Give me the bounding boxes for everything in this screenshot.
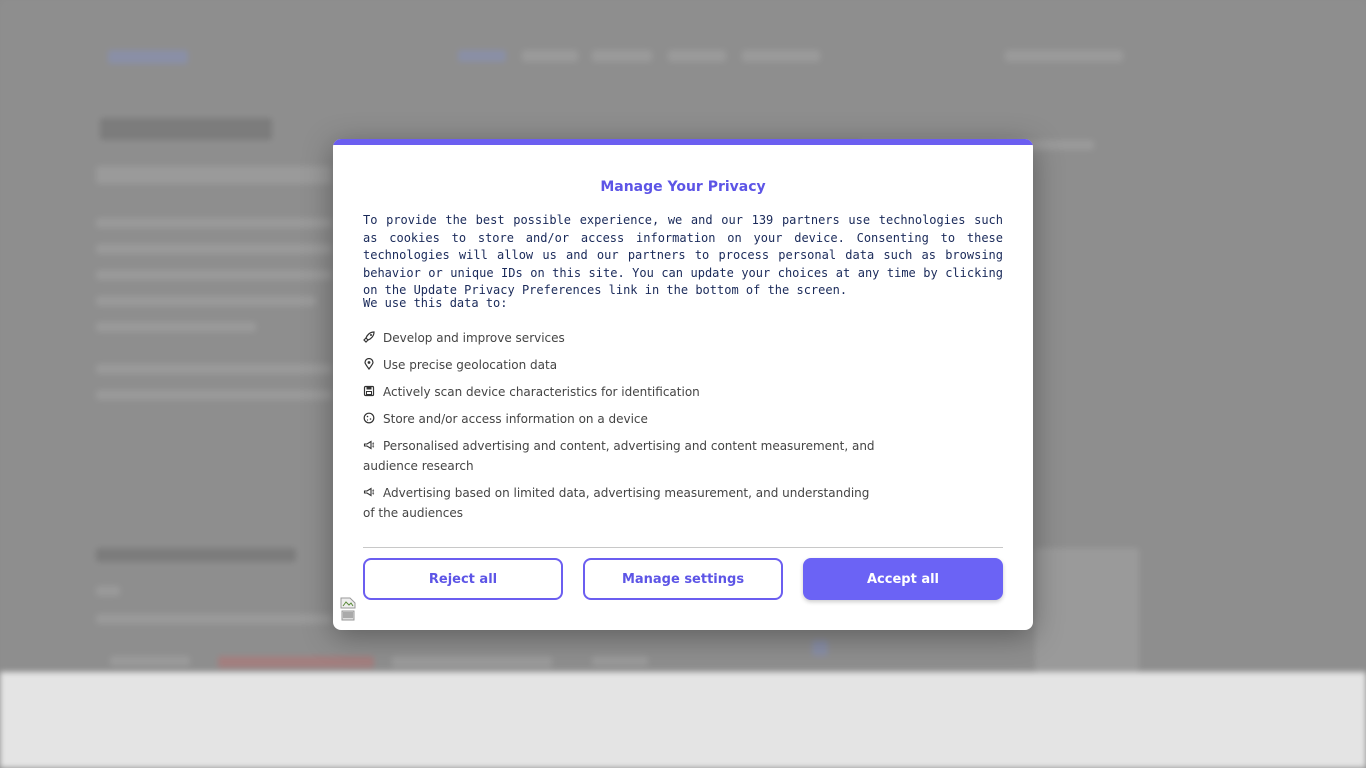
- cookie-icon: [363, 412, 375, 424]
- section-text: [96, 614, 332, 624]
- body-text-line: [96, 218, 332, 228]
- page-subheading: [96, 166, 332, 184]
- consent-intro-text: To provide the best possible experience,…: [363, 213, 1003, 297]
- header-account: [1005, 50, 1123, 62]
- body-text-line: [96, 390, 332, 400]
- purpose-item: Actively scan device characteristics for…: [363, 382, 883, 402]
- purpose-label: Store and/or access information on a dev…: [383, 412, 648, 426]
- page-heading: [100, 118, 272, 140]
- broken-image-icon: [340, 597, 356, 621]
- manage-settings-button[interactable]: Manage settings: [583, 558, 783, 600]
- sidebar-card-icon: [812, 640, 828, 656]
- location-pin-icon: [364, 358, 374, 370]
- purpose-item: Develop and improve services: [363, 328, 883, 348]
- purpose-label: Personalised advertising and content, ad…: [363, 439, 875, 473]
- body-text-line: [96, 296, 316, 306]
- tag: [110, 656, 190, 666]
- body-text-line: [96, 270, 332, 280]
- purpose-item: Advertising based on limited data, adver…: [363, 483, 883, 523]
- purpose-item: Use precise geolocation data: [363, 355, 883, 375]
- nav-item: [592, 50, 652, 62]
- tag: [392, 656, 552, 668]
- sidebar-card: [1035, 548, 1139, 672]
- purposes-list: Develop and improve services Use precise…: [363, 328, 883, 530]
- megaphone-icon: [363, 440, 375, 450]
- nav-item: [668, 50, 726, 62]
- privacy-consent-dialog: Manage Your Privacy To provide the best …: [333, 139, 1033, 630]
- nav-item: [742, 50, 820, 62]
- reject-all-button[interactable]: Reject all: [363, 558, 563, 600]
- tag: [218, 656, 374, 668]
- body-text-line: [96, 244, 332, 254]
- site-logo: [108, 50, 188, 64]
- nav-item: [522, 50, 578, 62]
- body-text-line: [96, 322, 256, 332]
- save-disk-icon: [363, 385, 375, 397]
- purpose-label: Actively scan device characteristics for…: [383, 385, 700, 399]
- dialog-divider: [363, 547, 1003, 548]
- dialog-title: Manage Your Privacy: [600, 179, 766, 195]
- data-use-label: We use this data to:: [363, 296, 508, 310]
- tag: [592, 656, 648, 666]
- nav-item: [458, 50, 506, 62]
- purpose-item: Store and/or access information on a dev…: [363, 409, 883, 429]
- rocket-icon: [363, 331, 375, 343]
- purpose-label: Develop and improve services: [383, 331, 565, 345]
- section-heading: [96, 548, 296, 562]
- purpose-item: Personalised advertising and content, ad…: [363, 436, 883, 476]
- section-text: [96, 586, 120, 596]
- purpose-label: Use precise geolocation data: [383, 358, 558, 372]
- megaphone-icon: [363, 487, 375, 497]
- body-text-line: [96, 364, 332, 374]
- accept-all-button[interactable]: Accept all: [803, 558, 1003, 600]
- purpose-label: Advertising based on limited data, adver…: [363, 486, 870, 520]
- page-footer-area: [0, 672, 1366, 768]
- dialog-accent-bar: [333, 139, 1033, 145]
